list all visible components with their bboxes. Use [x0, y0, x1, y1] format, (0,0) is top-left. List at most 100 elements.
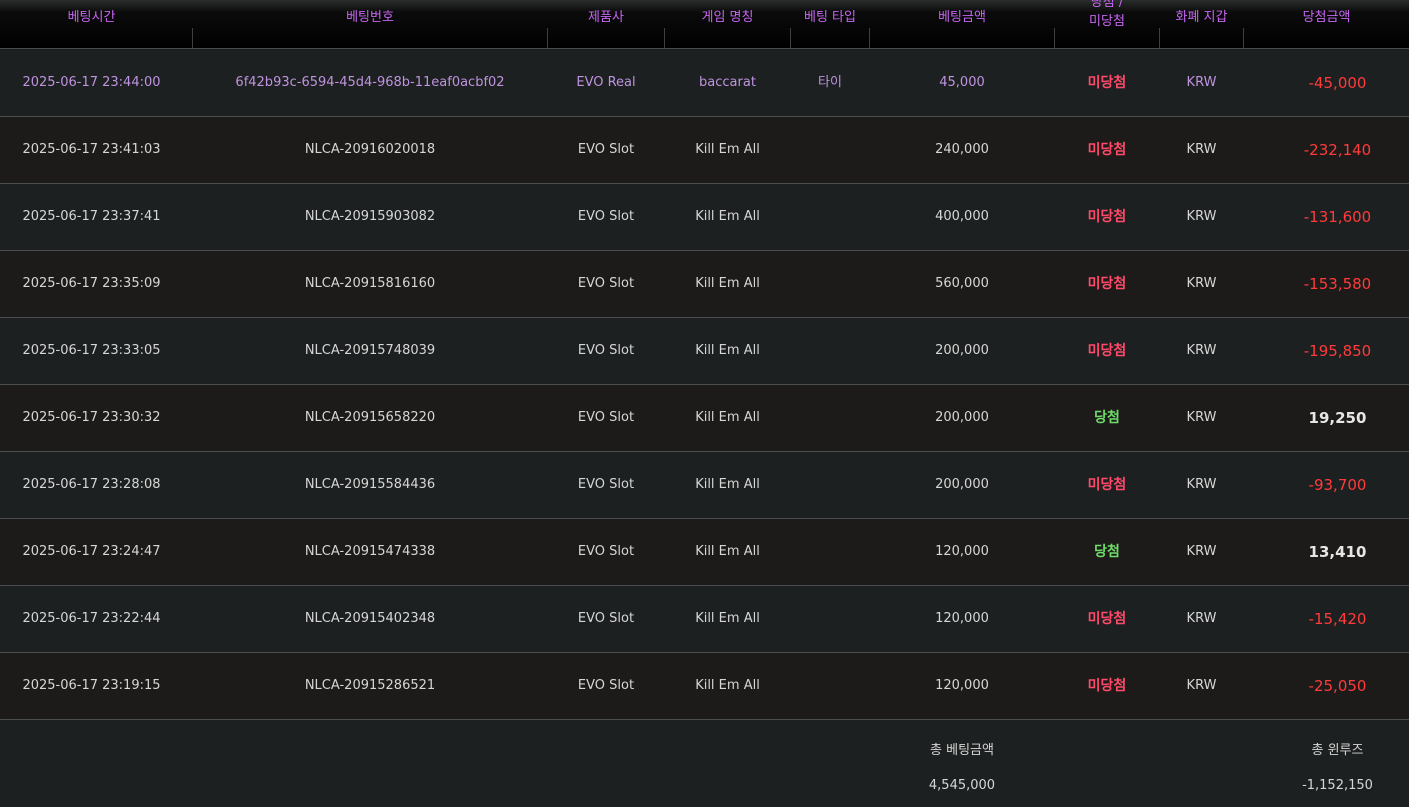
- cell-bet-amount: 120,000: [935, 611, 989, 626]
- cell-win-amount: -153,580: [1303, 275, 1372, 293]
- cell-win-amount: -15,420: [1308, 610, 1367, 628]
- cell-bet-id: 6f42b93c-6594-45d4-968b-11eaf0acbf02: [235, 75, 505, 90]
- cell-vendor: EVO Slot: [577, 611, 635, 626]
- cell-bet-id: NLCA-20915658220: [304, 410, 436, 425]
- cell-bet-id: NLCA-20915903082: [304, 209, 436, 224]
- cell-bet-amount: 400,000: [935, 209, 989, 224]
- cell-bet-id: NLCA-20915286521: [304, 678, 436, 693]
- cell-bet-amount: 120,000: [935, 544, 989, 559]
- col-currency[interactable]: 화폐 지갑: [1160, 0, 1243, 48]
- table-row[interactable]: 2025-06-17 23:35:09 NLCA-20915816160 EVO S…: [0, 251, 1409, 318]
- cell-bet-id: NLCA-20916020018: [304, 142, 436, 157]
- cell-result: 미당첨: [1087, 678, 1127, 694]
- cell-bet-amount: 200,000: [935, 410, 989, 425]
- header-divider: [1159, 28, 1160, 48]
- header-divider: [547, 28, 548, 48]
- table-row[interactable]: 2025-06-17 23:33:05 NLCA-20915748039 EVO S…: [0, 318, 1409, 385]
- header-divider: [790, 28, 791, 48]
- total-bet-label: 총 베팅금액: [930, 743, 994, 758]
- header-divider: [1054, 28, 1055, 48]
- table-row[interactable]: 2025-06-17 23:19:15 NLCA-20915286521 EVO S…: [0, 653, 1409, 720]
- cell-game: Kill Em All: [695, 611, 760, 626]
- cell-bet-amount: 200,000: [935, 343, 989, 358]
- cell-game: Kill Em All: [695, 142, 760, 157]
- cell-currency: KRW: [1186, 410, 1217, 425]
- cell-currency: KRW: [1186, 611, 1217, 626]
- cell-bet-time: 2025-06-17 23:44:00: [22, 75, 161, 90]
- cell-bet-amount: 120,000: [935, 678, 989, 693]
- cell-currency: KRW: [1186, 343, 1217, 358]
- cell-bet-id: NLCA-20915474338: [304, 544, 436, 559]
- cell-result: 미당첨: [1087, 142, 1127, 158]
- col-result-label-2: 미당첨: [1089, 14, 1125, 29]
- cell-bet-type: [791, 385, 869, 451]
- cell-win-amount: -195,850: [1303, 342, 1372, 360]
- cell-game: Kill Em All: [695, 544, 760, 559]
- bet-history-page: 베팅시간 베팅번호 제품사 게임 명칭 베팅 타입 베팅금액 당첨 / 미당첨 …: [0, 0, 1409, 807]
- cell-bet-time: 2025-06-17 23:33:05: [22, 343, 161, 358]
- table-header: 베팅시간 베팅번호 제품사 게임 명칭 베팅 타입 베팅금액 당첨 / 미당첨 …: [0, 0, 1409, 49]
- col-bet-type[interactable]: 베팅 타입: [791, 0, 869, 48]
- cell-vendor: EVO Slot: [577, 544, 635, 559]
- total-winloss-value: -1,152,150: [1302, 778, 1373, 793]
- col-bet-type-label: 베팅 타입: [804, 10, 856, 25]
- col-vendor-label: 제품사: [588, 10, 624, 25]
- cell-currency: KRW: [1186, 276, 1217, 291]
- table-row[interactable]: 2025-06-17 23:44:00 6f42b93c-6594-45d4-96…: [0, 50, 1409, 117]
- cell-result: 미당첨: [1087, 343, 1127, 359]
- cell-result: 당첨: [1094, 544, 1120, 560]
- cell-currency: KRW: [1186, 142, 1217, 157]
- table-row[interactable]: 2025-06-17 23:37:41 NLCA-20915903082 EVO S…: [0, 184, 1409, 251]
- cell-game: Kill Em All: [695, 678, 760, 693]
- cell-currency: KRW: [1186, 75, 1217, 90]
- col-currency-label: 화폐 지갑: [1175, 10, 1228, 25]
- cell-game: Kill Em All: [695, 343, 760, 358]
- cell-bet-type: [791, 184, 869, 250]
- cell-bet-id: NLCA-20915584436: [304, 477, 436, 492]
- table-row[interactable]: 2025-06-17 23:22:44 NLCA-20915402348 EVO S…: [0, 586, 1409, 653]
- cell-bet-time: 2025-06-17 23:35:09: [22, 276, 161, 291]
- cell-game: Kill Em All: [695, 276, 760, 291]
- col-bet-time[interactable]: 베팅시간: [0, 0, 183, 48]
- cell-win-amount: -25,050: [1308, 677, 1367, 695]
- cell-win-amount: 13,410: [1308, 543, 1367, 561]
- table-row[interactable]: 2025-06-17 23:28:08 NLCA-20915584436 EVO S…: [0, 452, 1409, 519]
- cell-result: 미당첨: [1087, 75, 1127, 91]
- cell-win-amount: -93,700: [1308, 476, 1367, 494]
- col-bet-id[interactable]: 베팅번호: [193, 0, 547, 48]
- cell-bet-id: NLCA-20915748039: [304, 343, 436, 358]
- cell-result: 미당첨: [1087, 477, 1127, 493]
- cell-vendor: EVO Slot: [577, 678, 635, 693]
- cell-result: 미당첨: [1087, 276, 1127, 292]
- col-win-amount-label: 당첨금액: [1302, 10, 1351, 25]
- cell-bet-type: [791, 117, 869, 183]
- col-result[interactable]: 당첨 / 미당첨: [1055, 0, 1159, 48]
- table-row[interactable]: 2025-06-17 23:41:03 NLCA-20916020018 EVO S…: [0, 117, 1409, 184]
- cell-vendor: EVO Real: [576, 75, 636, 90]
- cell-vendor: EVO Slot: [577, 410, 635, 425]
- cell-bet-type: [791, 318, 869, 384]
- cell-bet-type: [791, 586, 869, 652]
- cell-bet-time: 2025-06-17 23:37:41: [22, 209, 161, 224]
- cell-bet-id: NLCA-20915402348: [304, 611, 436, 626]
- cell-bet-type: 타이: [818, 75, 842, 90]
- cell-win-amount: -131,600: [1303, 208, 1372, 226]
- cell-currency: KRW: [1186, 477, 1217, 492]
- cell-currency: KRW: [1186, 209, 1217, 224]
- cell-bet-time: 2025-06-17 23:19:15: [22, 678, 161, 693]
- cell-win-amount: 19,250: [1308, 409, 1367, 427]
- cell-bet-type: [791, 519, 869, 585]
- header-divider: [192, 28, 193, 48]
- cell-bet-amount: 560,000: [935, 276, 989, 291]
- cell-bet-time: 2025-06-17 23:28:08: [22, 477, 161, 492]
- cell-vendor: EVO Slot: [577, 477, 635, 492]
- col-game-label: 게임 명칭: [701, 10, 754, 25]
- col-win-amount[interactable]: 당첨금액: [1244, 0, 1409, 48]
- col-game[interactable]: 게임 명칭: [665, 0, 790, 48]
- table-row[interactable]: 2025-06-17 23:30:32 NLCA-20915658220 EVO S…: [0, 385, 1409, 452]
- cell-bet-time: 2025-06-17 23:30:32: [22, 410, 161, 425]
- col-result-label-1: 당첨 /: [1090, 0, 1124, 10]
- col-bet-amount[interactable]: 베팅금액: [870, 0, 1054, 48]
- table-row[interactable]: 2025-06-17 23:24:47 NLCA-20915474338 EVO S…: [0, 519, 1409, 586]
- col-vendor[interactable]: 제품사: [548, 0, 664, 48]
